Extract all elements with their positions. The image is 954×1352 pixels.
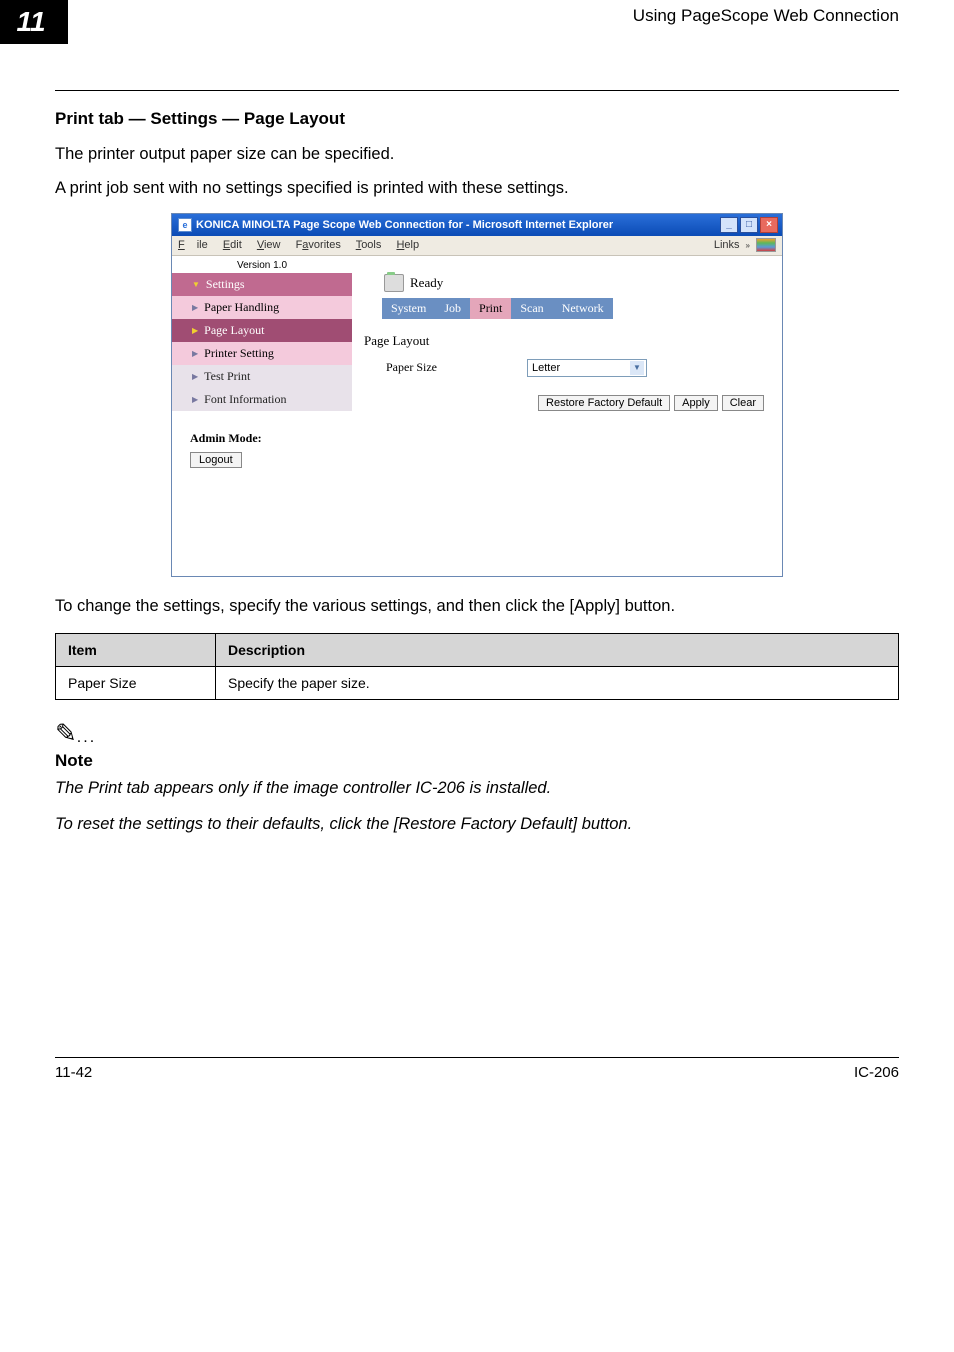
section-heading: Print tab — Settings — Page Layout xyxy=(55,109,899,129)
ie-icon: e xyxy=(178,218,192,232)
menu-help[interactable]: Help xyxy=(396,239,419,251)
sidebar-item-label: Font Information xyxy=(204,392,286,407)
window-title: KONICA MINOLTA Page Scope Web Connection… xyxy=(196,219,613,231)
sidebar-item-test-print[interactable]: ▶ Test Print xyxy=(172,365,352,388)
table-cell-description: Specify the paper size. xyxy=(216,666,899,699)
version-label: Version 1.0 xyxy=(172,256,352,273)
tab-job[interactable]: Job xyxy=(435,298,470,319)
body-paragraph: The printer output paper size can be spe… xyxy=(55,143,899,167)
table-header-description: Description xyxy=(216,633,899,666)
table-row: Paper Size Specify the paper size. xyxy=(56,666,899,699)
body-paragraph: To change the settings, specify the vari… xyxy=(55,595,899,619)
body-paragraph: A print job sent with no settings specif… xyxy=(55,177,899,201)
ie-title-bar: e KONICA MINOLTA Page Scope Web Connecti… xyxy=(172,214,782,236)
clear-button[interactable]: Clear xyxy=(722,395,764,411)
sidebar-item-paper-handling[interactable]: ▶ Paper Handling xyxy=(172,296,352,319)
note-icon: ✎... xyxy=(55,718,899,749)
ie-throbber-icon xyxy=(756,238,776,252)
chapter-badge: 11 xyxy=(0,0,68,44)
sidebar-item-printer-setting[interactable]: ▶ Printer Setting xyxy=(172,342,352,365)
chapter-title: Using PageScope Web Connection xyxy=(633,6,899,26)
screenshot-window: e KONICA MINOLTA Page Scope Web Connecti… xyxy=(171,213,783,577)
select-value: Letter xyxy=(532,362,560,374)
tab-print[interactable]: Print xyxy=(470,298,511,319)
window-close[interactable]: × xyxy=(760,217,778,233)
note-paragraph: The Print tab appears only if the image … xyxy=(55,777,899,801)
paper-size-select[interactable]: Letter ▼ xyxy=(527,359,647,377)
page-footer: 11-42 IC-206 xyxy=(55,1057,899,1081)
sidebar-item-label: Test Print xyxy=(204,369,250,384)
chevron-right-icon: ▶ xyxy=(192,326,198,335)
note-heading: Note xyxy=(55,751,899,771)
sidebar-item-label: Settings xyxy=(206,277,245,292)
window-maximize[interactable]: □ xyxy=(740,217,758,233)
sidebar-item-settings[interactable]: ▼ Settings xyxy=(172,273,352,296)
apply-button[interactable]: Apply xyxy=(674,395,718,411)
sidebar: Version 1.0 ▼ Settings ▶ Paper Handling … xyxy=(172,256,352,576)
field-label-paper-size: Paper Size xyxy=(386,360,437,375)
chevron-right-icon: ▶ xyxy=(192,372,198,381)
menu-view[interactable]: View xyxy=(257,239,281,251)
footer-doc-id: IC-206 xyxy=(854,1064,899,1081)
menu-edit[interactable]: Edit xyxy=(223,239,242,251)
note-paragraph: To reset the settings to their defaults,… xyxy=(55,813,899,837)
sidebar-item-page-layout[interactable]: ▶ Page Layout xyxy=(172,319,352,342)
menu-file[interactable]: File xyxy=(178,239,208,251)
chevron-down-icon: ▼ xyxy=(630,361,644,375)
logout-button[interactable]: Logout xyxy=(190,452,242,468)
tab-scan[interactable]: Scan xyxy=(511,298,552,319)
chevron-right-icon: ▶ xyxy=(192,349,198,358)
chevron-right-icon: ▶ xyxy=(192,303,198,312)
content-title: Page Layout xyxy=(364,333,770,349)
tab-bar: System Job Print Scan Network xyxy=(364,298,770,319)
printer-icon xyxy=(384,274,404,292)
sidebar-item-font-info[interactable]: ▶ Font Information xyxy=(172,388,352,411)
settings-table: Item Description Paper Size Specify the … xyxy=(55,633,899,700)
sidebar-item-label: Paper Handling xyxy=(204,300,279,315)
window-minimize[interactable]: _ xyxy=(720,217,738,233)
table-cell-item: Paper Size xyxy=(56,666,216,699)
ie-menu-bar: File Edit View Favorites Tools Help Link… xyxy=(172,236,782,256)
tab-system[interactable]: System xyxy=(382,298,435,319)
restore-factory-default-button[interactable]: Restore Factory Default xyxy=(538,395,670,411)
links-label[interactable]: Links xyxy=(714,239,740,251)
sidebar-item-label: Page Layout xyxy=(204,323,264,338)
status-text: Ready xyxy=(410,275,443,291)
sidebar-item-label: Printer Setting xyxy=(204,346,274,361)
chevron-down-icon: ▼ xyxy=(192,280,200,289)
menu-favorites[interactable]: Favorites xyxy=(296,239,341,251)
admin-mode-label: Admin Mode: xyxy=(190,431,352,446)
footer-page-number: 11-42 xyxy=(55,1064,92,1081)
table-header-item: Item xyxy=(56,633,216,666)
chevron-right-icon: ▶ xyxy=(192,395,198,404)
tab-network[interactable]: Network xyxy=(553,298,613,319)
menu-tools[interactable]: Tools xyxy=(356,239,382,251)
